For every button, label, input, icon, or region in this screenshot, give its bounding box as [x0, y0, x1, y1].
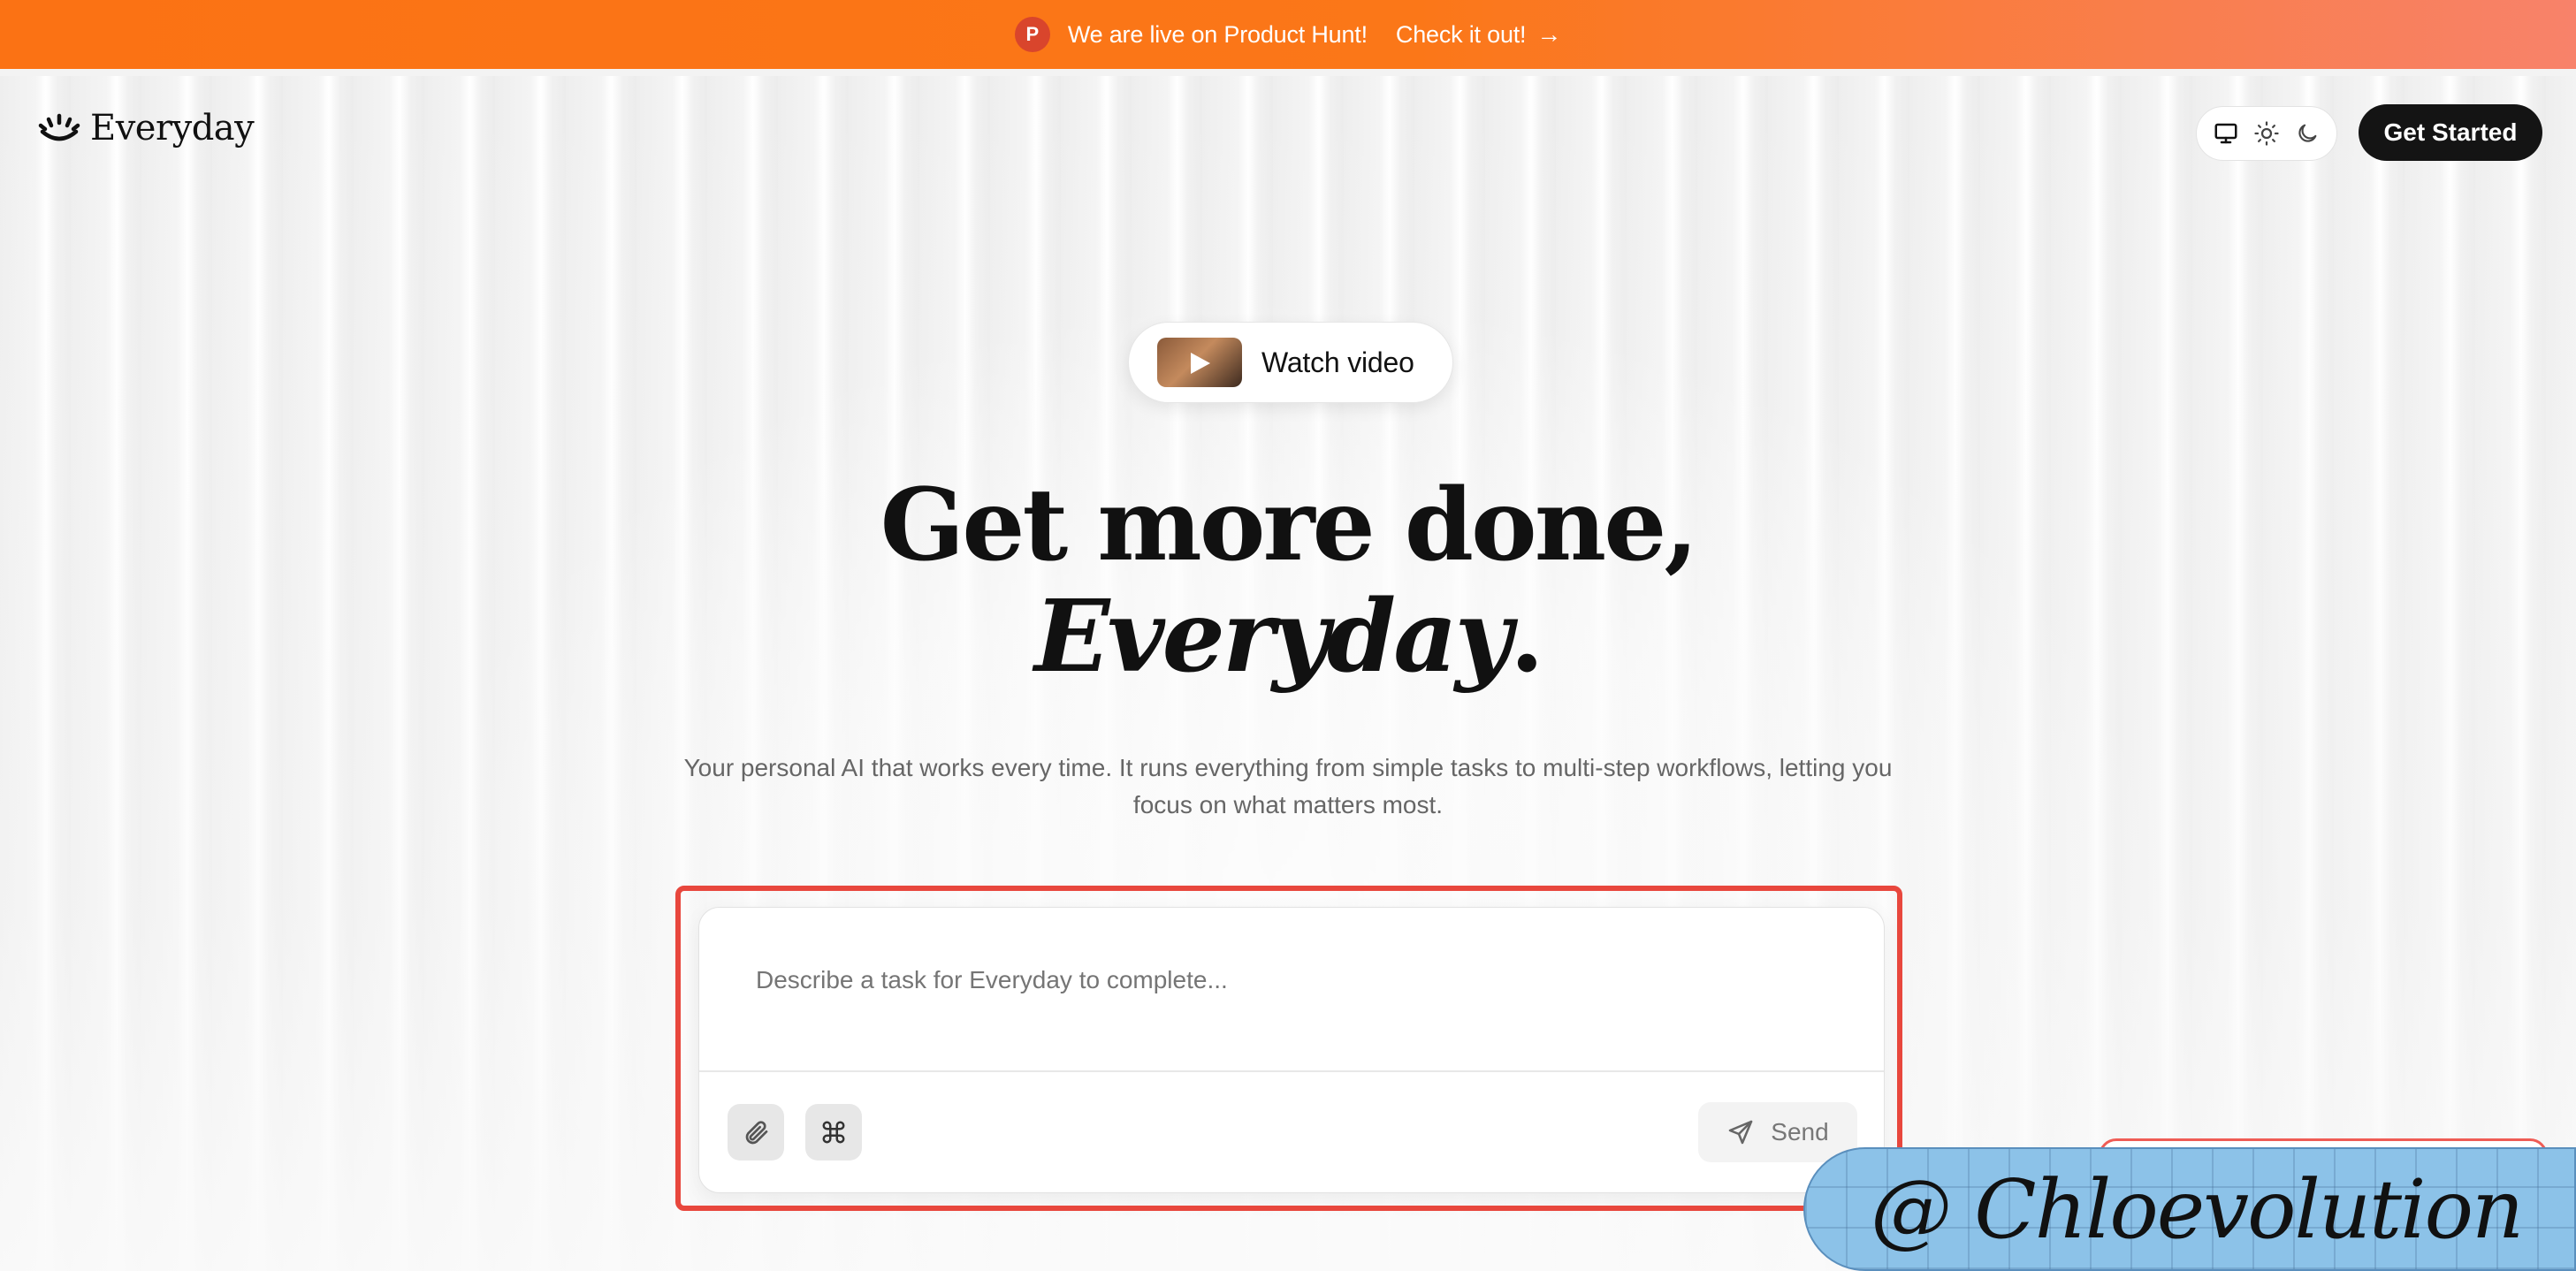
monitor-icon[interactable]: [2211, 118, 2241, 148]
page-title: Get more done, Everyday.: [0, 468, 2576, 691]
headline-italic-word: Everyday: [1034, 579, 1513, 695]
sunrise-logo-icon: [38, 113, 80, 141]
arrow-right-icon: →: [1536, 20, 1562, 48]
brand-logo[interactable]: Everyday: [37, 108, 255, 148]
theme-toggle[interactable]: [2196, 106, 2337, 161]
sun-icon[interactable]: [2252, 118, 2282, 148]
get-started-button[interactable]: Get Started: [2359, 104, 2542, 161]
announcement-link-label: Check it out!: [1395, 20, 1527, 48]
watch-video-label: Watch video: [1261, 346, 1414, 378]
watermark: @ Chloevolution: [1803, 1147, 2576, 1271]
watermark-text: @ Chloevolution: [1871, 1161, 2524, 1257]
play-icon: [1191, 353, 1210, 374]
headline-period: .: [1509, 579, 1544, 695]
headline-line-1: Get more done,: [880, 468, 1699, 583]
announcement-text: We are live on Product Hunt!: [1067, 20, 1368, 48]
product-hunt-badge: P: [1014, 17, 1050, 52]
moon-icon[interactable]: [2292, 118, 2322, 148]
headline-line-2: Everyday.: [0, 583, 2576, 691]
watch-video-button[interactable]: Watch video: [1128, 322, 1453, 403]
brand-name: Everyday: [90, 108, 255, 148]
video-thumbnail: [1157, 338, 1242, 387]
hero-subtitle: Your personal AI that works every time. …: [683, 754, 1893, 818]
task-composer-highlight: [675, 886, 1902, 1211]
announcement-link[interactable]: Check it out! →: [1396, 20, 1561, 49]
announcement-bar[interactable]: P We are live on Product Hunt! Check it …: [0, 0, 2576, 69]
